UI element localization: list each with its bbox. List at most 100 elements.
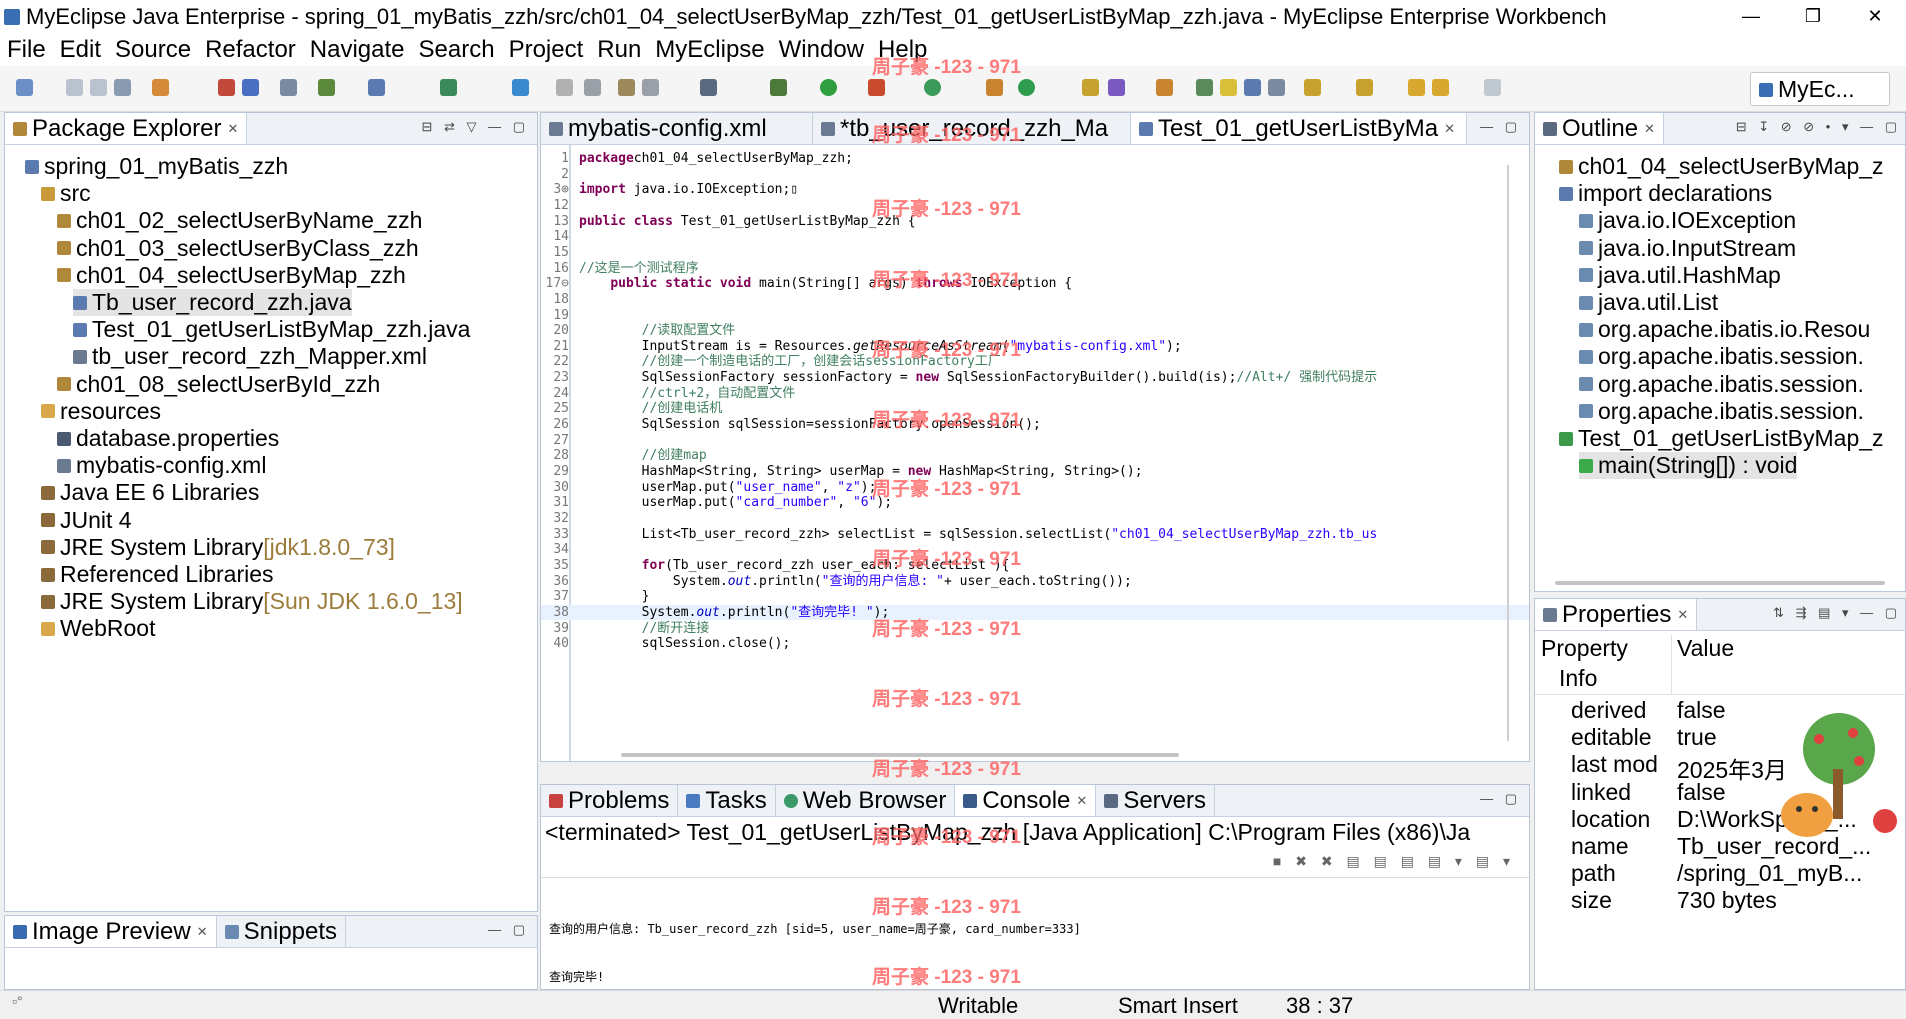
view-toolbar[interactable]: ⇅ ⇶ ▤ ▾ — ▢ — [1773, 605, 1901, 621]
code-line[interactable]: 33 List<Tb_user_record_zzh> selectList =… — [541, 527, 1529, 543]
code-line[interactable]: 21 InputStream is = Resources.getResourc… — [541, 339, 1529, 355]
perspective-switcher[interactable]: MyEc... — [1750, 72, 1890, 106]
console-toolbar[interactable]: ■ ✖ ✖ ▤ ▤ ▤ ▤ ▾ ▤ ▾ — [1273, 853, 1515, 870]
menu-edit[interactable]: Edit — [53, 36, 108, 64]
tab-properties[interactable]: Properties ✕ — [1535, 599, 1698, 630]
tree-item[interactable]: tb_user_record_zzh_Mapper.xml — [73, 343, 427, 370]
horizontal-scrollbar[interactable] — [1555, 581, 1885, 585]
code-line[interactable]: 31 userMap.put("card_number", "6"); — [541, 495, 1529, 511]
tab-console[interactable]: Console ✕ — [955, 785, 1097, 816]
save-icon[interactable] — [66, 79, 83, 96]
menu-myeclipse[interactable]: MyEclipse — [648, 36, 771, 64]
tree-item[interactable]: Tb_user_record_zzh.java — [73, 289, 352, 316]
tab-snippets[interactable]: Snippets — [217, 916, 347, 947]
vertical-scrollbar[interactable] — [1507, 165, 1509, 741]
tab-test-java[interactable]: Test_01_getUserListByMa ✕ — [1131, 113, 1467, 144]
code-line[interactable]: 20 //读取配置文件 — [541, 323, 1529, 339]
code-line[interactable]: 13 public class Test_01_getUserListByMap_… — [541, 214, 1529, 230]
close-icon[interactable]: ✕ — [1444, 121, 1455, 137]
server-icon[interactable] — [242, 79, 259, 96]
tree-item[interactable]: mybatis-config.xml — [57, 452, 266, 479]
new-class-icon[interactable] — [1018, 79, 1035, 96]
code-line[interactable]: 17⊖ public static void main(String[] arg… — [541, 276, 1529, 292]
tree-item[interactable]: JRE System Library [jdk1.8.0_73] — [41, 534, 395, 561]
outline-item[interactable]: org.apache.ibatis.io.Resou — [1579, 316, 1870, 343]
code-line[interactable]: 14 — [541, 229, 1529, 245]
code-line[interactable]: 18 — [541, 292, 1529, 308]
wizard-icon[interactable] — [318, 79, 335, 96]
outline-item[interactable]: main(String[]) : void — [1579, 452, 1798, 480]
build-icon[interactable] — [618, 79, 635, 96]
tree-item[interactable]: src — [41, 180, 91, 207]
run-profile-icon[interactable] — [924, 79, 941, 96]
code-line[interactable]: 25 //创建电话机 — [541, 401, 1529, 417]
property-column-header[interactable]: Property — [1541, 635, 1628, 662]
code-line[interactable]: 15 — [541, 245, 1529, 261]
menu-help[interactable]: Help — [871, 36, 934, 64]
console-icon[interactable] — [700, 79, 717, 96]
outline-item[interactable]: org.apache.ibatis.session. — [1579, 371, 1864, 398]
tab-mybatis-config[interactable]: mybatis-config.xml — [541, 113, 813, 144]
code-line[interactable]: 19 — [541, 308, 1529, 324]
tree-item[interactable]: resources — [41, 398, 161, 425]
menu-window[interactable]: Window — [772, 36, 871, 64]
info-group[interactable]: Info — [1559, 665, 1597, 692]
tree-item[interactable]: Test_01_getUserListByMap_zzh.java — [73, 316, 470, 343]
code-line[interactable]: 2 — [541, 167, 1529, 183]
view-toolbar[interactable]: — ▢ — [1480, 119, 1521, 135]
code-line[interactable]: 24 //ctrl+2，自动配置文件 — [541, 386, 1529, 402]
next-annotation-icon[interactable] — [1304, 79, 1321, 96]
outline-item[interactable]: ch01_04_selectUserByMap_z — [1559, 153, 1884, 180]
code-line[interactable]: 34 — [541, 542, 1529, 558]
tree-item[interactable]: ch01_08_selectUserById_zzh — [57, 371, 380, 398]
prev-annotation-icon[interactable] — [1356, 79, 1373, 96]
close-icon[interactable]: ✕ — [197, 924, 208, 940]
outline-item[interactable]: org.apache.ibatis.session. — [1579, 398, 1864, 425]
last-edit-icon[interactable] — [1408, 79, 1425, 96]
save-all-icon[interactable] — [90, 79, 107, 96]
new-server-icon[interactable] — [152, 79, 169, 96]
code-line[interactable]: 27 — [541, 433, 1529, 449]
outline-item[interactable]: Test_01_getUserListByMap_z — [1559, 425, 1884, 452]
highlight-icon[interactable] — [1220, 79, 1237, 96]
show-whitespace-icon[interactable] — [1268, 79, 1285, 96]
view-toolbar[interactable]: ⊟ ↧ ⊘ ⊘ • ▾ — ▢ — [1736, 119, 1901, 135]
tab-package-explorer[interactable]: Package Explorer ✕ — [5, 113, 248, 144]
forward-icon[interactable] — [1484, 79, 1501, 96]
menu-file[interactable]: File — [0, 36, 53, 64]
code-line[interactable]: 28 //创建map — [541, 448, 1529, 464]
tab-servers[interactable]: Servers — [1096, 785, 1215, 816]
tree-item[interactable]: JUnit 4 — [41, 507, 132, 534]
menu-refactor[interactable]: Refactor — [198, 36, 303, 64]
tab-tasks[interactable]: Tasks — [678, 785, 776, 816]
property-row[interactable]: size 730 bytes — [1535, 887, 1905, 914]
open-task-icon[interactable] — [1082, 79, 1099, 96]
outline-item[interactable]: java.util.HashMap — [1579, 262, 1781, 289]
tree-item[interactable]: WebRoot — [41, 615, 155, 642]
menu-search[interactable]: Search — [412, 36, 502, 64]
code-line[interactable]: 32 — [541, 511, 1529, 527]
tree-item[interactable]: Referenced Libraries — [41, 561, 274, 588]
open-type-icon[interactable] — [280, 79, 297, 96]
code-line[interactable]: 22 //创建一个制造电话的工厂，创建会话sessionFactory工厂 — [541, 354, 1529, 370]
horizontal-scrollbar[interactable] — [621, 753, 1179, 757]
value-column-header[interactable]: Value — [1677, 635, 1734, 662]
code-line[interactable]: 23 SqlSessionFactory sessionFactory = ne… — [541, 370, 1529, 386]
code-line[interactable]: 3⊕ import java.io.IOException;▯ — [541, 182, 1529, 198]
close-button[interactable]: ✕ — [1844, 0, 1906, 34]
tab-image-preview[interactable]: Image Preview ✕ — [5, 916, 217, 947]
code-line[interactable]: 37 } — [541, 589, 1529, 605]
menu-navigate[interactable]: Navigate — [303, 36, 412, 64]
outline-item[interactable]: java.io.IOException — [1579, 207, 1796, 234]
browser-icon[interactable] — [512, 79, 529, 96]
close-icon[interactable]: ✕ — [227, 121, 238, 137]
close-icon[interactable]: ✕ — [1644, 121, 1655, 137]
code-line[interactable]: 1 packagech01_04_selectUserByMap_zzh; — [541, 151, 1529, 167]
new-icon[interactable] — [16, 79, 33, 96]
open-folder-icon[interactable] — [556, 79, 573, 96]
view-toolbar[interactable]: — ▢ — [488, 922, 529, 938]
new-package-icon[interactable] — [986, 79, 1003, 96]
code-line[interactable]: 38 System.out.println("查询完毕! "); — [541, 604, 1529, 621]
code-line[interactable]: 35 for(Tb_user_record_zzh user_each: sel… — [541, 558, 1529, 574]
web-icon[interactable] — [368, 79, 385, 96]
